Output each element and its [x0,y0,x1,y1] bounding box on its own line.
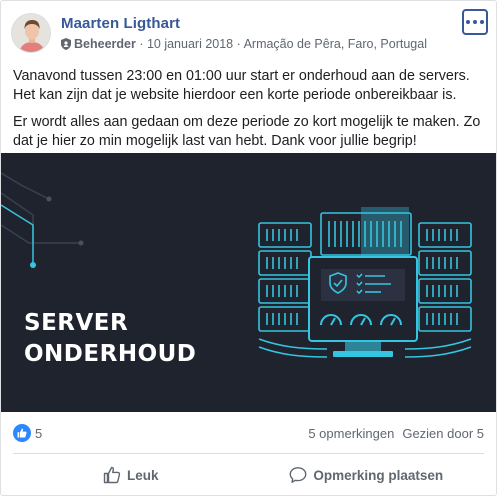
thumbs-up-outline-icon [103,466,121,484]
comments-count[interactable]: 5 opmerkingen [308,426,394,441]
post-date[interactable]: 10 januari 2018 [147,37,233,51]
image-title-line: SERVER [24,310,129,336]
like-button[interactable]: Leuk [13,458,249,492]
meta-separator: · [135,37,147,51]
post-actions: Leuk Opmerking plaatsen [13,458,484,492]
comment-button-label: Opmerking plaatsen [313,467,444,483]
author-name[interactable]: Maarten Ligthart [61,15,180,32]
post-image[interactable]: SERVER ONDERHOUD [1,153,496,412]
like-count[interactable]: 5 [35,426,42,441]
post-header: Maarten Ligthart Beheerder · 10 januari … [11,9,488,57]
post-stats: 5 5 opmerkingen Gezien door 5 [13,424,484,444]
post-card: Maarten Ligthart Beheerder · 10 januari … [0,0,497,496]
post-text: Vanavond tussen 23:00 en 01:00 uur start… [13,67,487,159]
shield-icon [61,38,71,50]
role-badge: Beheerder [74,37,136,51]
avatar[interactable] [11,13,51,53]
image-title-line: ONDERHOUD [24,341,197,367]
thumbs-up-icon[interactable] [13,424,31,442]
post-paragraph: Vanavond tussen 23:00 en 01:00 uur start… [13,68,470,103]
comment-button[interactable]: Opmerking plaatsen [249,458,485,492]
post-meta: Beheerder · 10 januari 2018 · Armação de… [61,37,427,51]
post-paragraph: Er wordt alles aan gedaan om deze period… [13,114,481,149]
image-title: SERVER ONDERHOUD [24,308,196,370]
post-location[interactable]: Armação de Pêra, Faro, Portugal [244,37,427,51]
stats-right: 5 opmerkingen Gezien door 5 [308,426,484,441]
meta-separator: · [233,37,244,51]
like-button-label: Leuk [126,467,159,483]
server-illustration [1,172,472,358]
views-count[interactable]: Gezien door 5 [402,426,484,441]
more-options-icon[interactable] [462,9,488,35]
divider [13,453,484,454]
speech-bubble-icon [289,467,307,483]
